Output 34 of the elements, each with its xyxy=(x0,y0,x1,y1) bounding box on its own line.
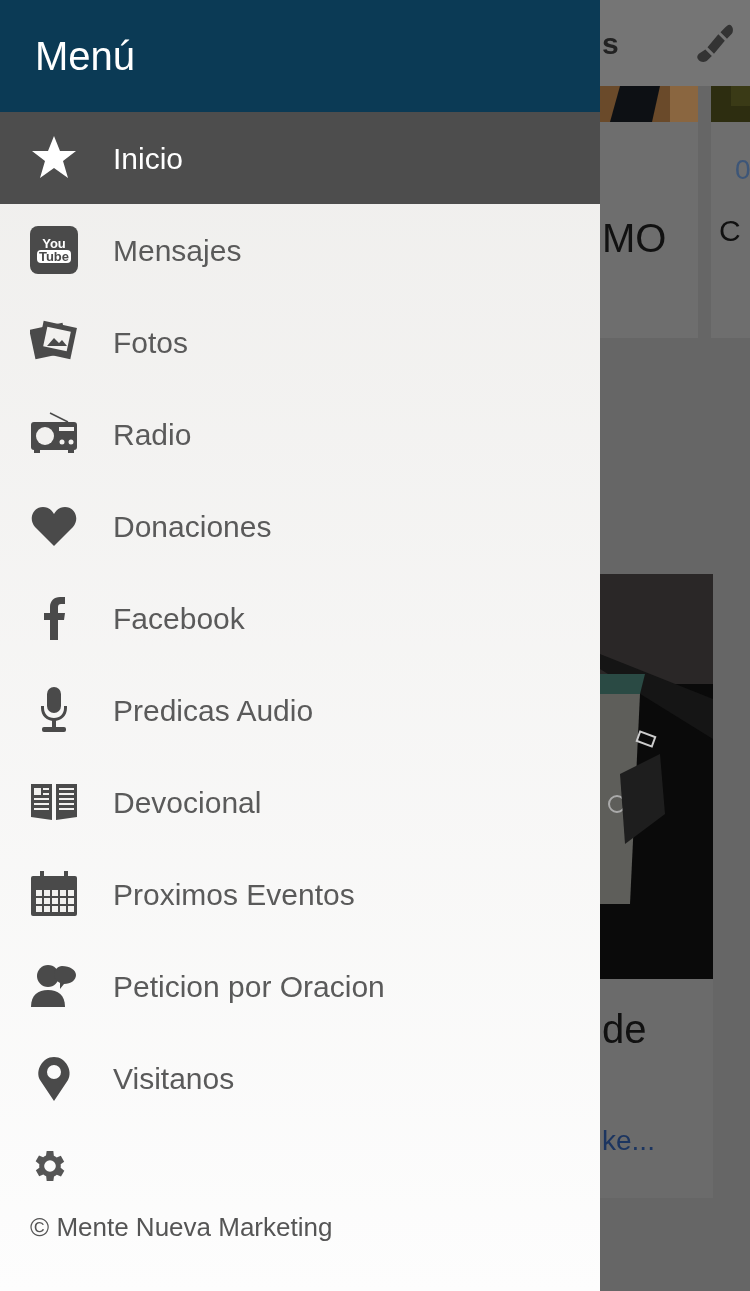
calendar-icon xyxy=(30,870,78,918)
menu-item-label: Proximos Eventos xyxy=(113,876,355,913)
menu-item[interactable]: Predicas Audio xyxy=(0,664,600,756)
post-title: de xyxy=(602,1009,648,1049)
app-bar-title: s xyxy=(602,25,619,62)
menu-item-label: Inicio xyxy=(113,140,184,177)
event-card[interactable]: MO xyxy=(600,86,698,338)
event-title: C xyxy=(719,216,742,246)
menu-item[interactable]: Proximos Eventos xyxy=(0,848,600,940)
menu-item[interactable]: Inicio xyxy=(0,112,600,204)
menu-item-label: Fotos xyxy=(113,324,189,361)
post-excerpt: ke... xyxy=(602,1127,656,1155)
event-title: MO xyxy=(602,218,668,258)
video-icon: You Tube xyxy=(30,226,78,274)
people-icon xyxy=(30,962,78,1010)
menu-item-label: Facebook xyxy=(113,600,245,637)
menu-item-label: Visitanos xyxy=(113,1060,235,1097)
menu-item[interactable]: Facebook xyxy=(0,572,600,664)
menu-item[interactable]: Radio xyxy=(0,388,600,480)
menu-item[interactable]: Donaciones xyxy=(0,480,600,572)
copyright-text: © Mente Nueva Marketing xyxy=(29,1211,334,1244)
menu-item[interactable]: Peticion por Oracion xyxy=(0,940,600,1032)
menu-item-label: Predicas Audio xyxy=(113,692,314,729)
drawer-title: Menú xyxy=(35,33,136,80)
menu-item-label: Donaciones xyxy=(113,508,272,545)
menu-item-label: Mensajes xyxy=(113,232,242,269)
menu-item[interactable]: Devocional xyxy=(0,756,600,848)
menu-item-label: Devocional xyxy=(113,784,262,821)
menu-item[interactable]: Visitanos xyxy=(0,1032,600,1124)
menu-item[interactable]: You Tube Mensajes xyxy=(0,204,600,296)
menu-item-label: Peticion por Oracion xyxy=(113,968,385,1005)
post-card[interactable]: de ke... xyxy=(600,574,713,1198)
menu-item[interactable]: Fotos xyxy=(0,296,600,388)
menu-item-label: Radio xyxy=(113,416,192,453)
